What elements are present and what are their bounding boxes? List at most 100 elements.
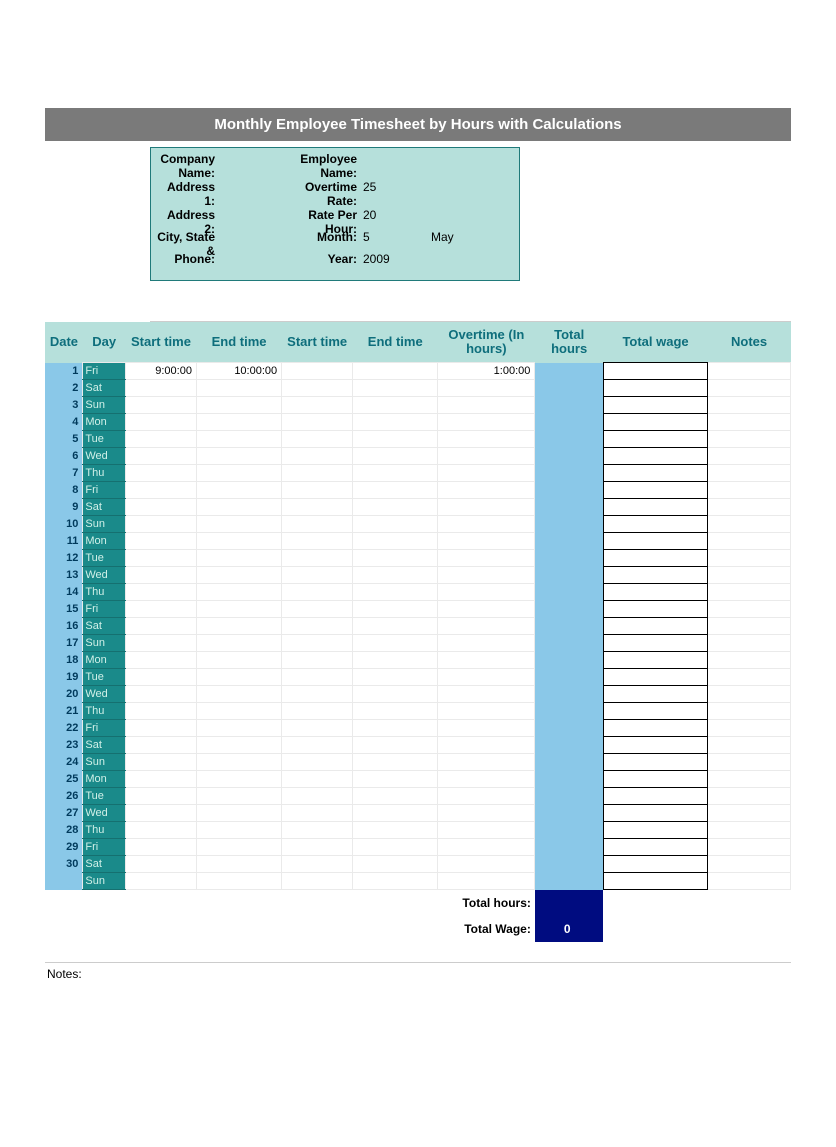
notes-cell[interactable] [708, 380, 791, 397]
start2-cell[interactable] [282, 703, 353, 720]
end1-cell[interactable] [196, 839, 281, 856]
notes-cell[interactable] [708, 550, 791, 567]
start1-cell[interactable] [125, 533, 196, 550]
start1-cell[interactable] [125, 482, 196, 499]
start2-cell[interactable] [282, 465, 353, 482]
end2-cell[interactable] [353, 652, 438, 669]
start1-cell[interactable] [125, 465, 196, 482]
end1-cell[interactable] [196, 431, 281, 448]
overtime-cell[interactable] [438, 499, 535, 516]
end2-cell[interactable] [353, 703, 438, 720]
end1-cell[interactable] [196, 652, 281, 669]
start2-cell[interactable] [282, 788, 353, 805]
end1-cell[interactable] [196, 856, 281, 873]
start2-cell[interactable] [282, 771, 353, 788]
end2-cell[interactable] [353, 805, 438, 822]
overtime-cell[interactable] [438, 533, 535, 550]
start1-cell[interactable] [125, 431, 196, 448]
notes-cell[interactable] [708, 431, 791, 448]
notes-cell[interactable] [708, 771, 791, 788]
notes-cell[interactable] [708, 363, 791, 380]
notes-cell[interactable] [708, 652, 791, 669]
overtime-cell[interactable] [438, 516, 535, 533]
overtime-cell[interactable] [438, 873, 535, 890]
start1-cell[interactable] [125, 499, 196, 516]
end2-cell[interactable] [353, 465, 438, 482]
notes-cell[interactable] [708, 499, 791, 516]
start1-cell[interactable] [125, 839, 196, 856]
end1-cell[interactable] [196, 805, 281, 822]
notes-cell[interactable] [708, 873, 791, 890]
start2-cell[interactable] [282, 601, 353, 618]
end2-cell[interactable] [353, 567, 438, 584]
end2-cell[interactable] [353, 771, 438, 788]
notes-cell[interactable] [708, 635, 791, 652]
overtime-cell[interactable] [438, 805, 535, 822]
end2-cell[interactable] [353, 431, 438, 448]
end2-cell[interactable] [353, 788, 438, 805]
overtime-cell[interactable] [438, 465, 535, 482]
end2-cell[interactable] [353, 482, 438, 499]
notes-cell[interactable] [708, 516, 791, 533]
end1-cell[interactable] [196, 754, 281, 771]
start2-cell[interactable] [282, 720, 353, 737]
overtime-cell[interactable] [438, 669, 535, 686]
start1-cell[interactable] [125, 584, 196, 601]
rate-value[interactable]: 20 [361, 208, 401, 222]
start2-cell[interactable] [282, 414, 353, 431]
overtime-cell[interactable] [438, 754, 535, 771]
start1-cell[interactable] [125, 856, 196, 873]
end1-cell[interactable] [196, 601, 281, 618]
overtime-cell[interactable] [438, 720, 535, 737]
notes-cell[interactable] [708, 703, 791, 720]
end1-cell[interactable] [196, 584, 281, 601]
notes-cell[interactable] [708, 686, 791, 703]
end2-cell[interactable] [353, 363, 438, 380]
notes-cell[interactable] [708, 754, 791, 771]
overtime-cell[interactable] [438, 822, 535, 839]
overtime-cell[interactable] [438, 618, 535, 635]
start1-cell[interactable] [125, 805, 196, 822]
end1-cell[interactable] [196, 499, 281, 516]
end1-cell[interactable] [196, 771, 281, 788]
overtime-cell[interactable] [438, 584, 535, 601]
notes-cell[interactable] [708, 584, 791, 601]
notes-cell[interactable] [708, 448, 791, 465]
start1-cell[interactable] [125, 448, 196, 465]
start1-cell[interactable] [125, 754, 196, 771]
start1-cell[interactable] [125, 771, 196, 788]
start1-cell[interactable] [125, 873, 196, 890]
end2-cell[interactable] [353, 822, 438, 839]
end2-cell[interactable] [353, 414, 438, 431]
start1-cell[interactable] [125, 703, 196, 720]
end2-cell[interactable] [353, 618, 438, 635]
start2-cell[interactable] [282, 618, 353, 635]
overtime-cell[interactable] [438, 601, 535, 618]
start1-cell[interactable] [125, 380, 196, 397]
end2-cell[interactable] [353, 686, 438, 703]
end1-cell[interactable] [196, 567, 281, 584]
start1-cell[interactable] [125, 618, 196, 635]
end1-cell[interactable] [196, 618, 281, 635]
start1-cell[interactable] [125, 737, 196, 754]
end2-cell[interactable] [353, 635, 438, 652]
end1-cell[interactable] [196, 737, 281, 754]
end1-cell[interactable] [196, 788, 281, 805]
overtime-cell[interactable] [438, 448, 535, 465]
start2-cell[interactable] [282, 652, 353, 669]
end2-cell[interactable] [353, 720, 438, 737]
end1-cell[interactable] [196, 448, 281, 465]
notes-cell[interactable] [708, 822, 791, 839]
start1-cell[interactable] [125, 822, 196, 839]
end1-cell[interactable] [196, 533, 281, 550]
overtime-cell[interactable] [438, 788, 535, 805]
notes-cell[interactable] [708, 805, 791, 822]
end1-cell[interactable] [196, 482, 281, 499]
start1-cell[interactable] [125, 635, 196, 652]
end1-cell[interactable] [196, 397, 281, 414]
start2-cell[interactable] [282, 431, 353, 448]
notes-cell[interactable] [708, 618, 791, 635]
start1-cell[interactable] [125, 414, 196, 431]
overtime-cell[interactable] [438, 431, 535, 448]
start1-cell[interactable] [125, 397, 196, 414]
